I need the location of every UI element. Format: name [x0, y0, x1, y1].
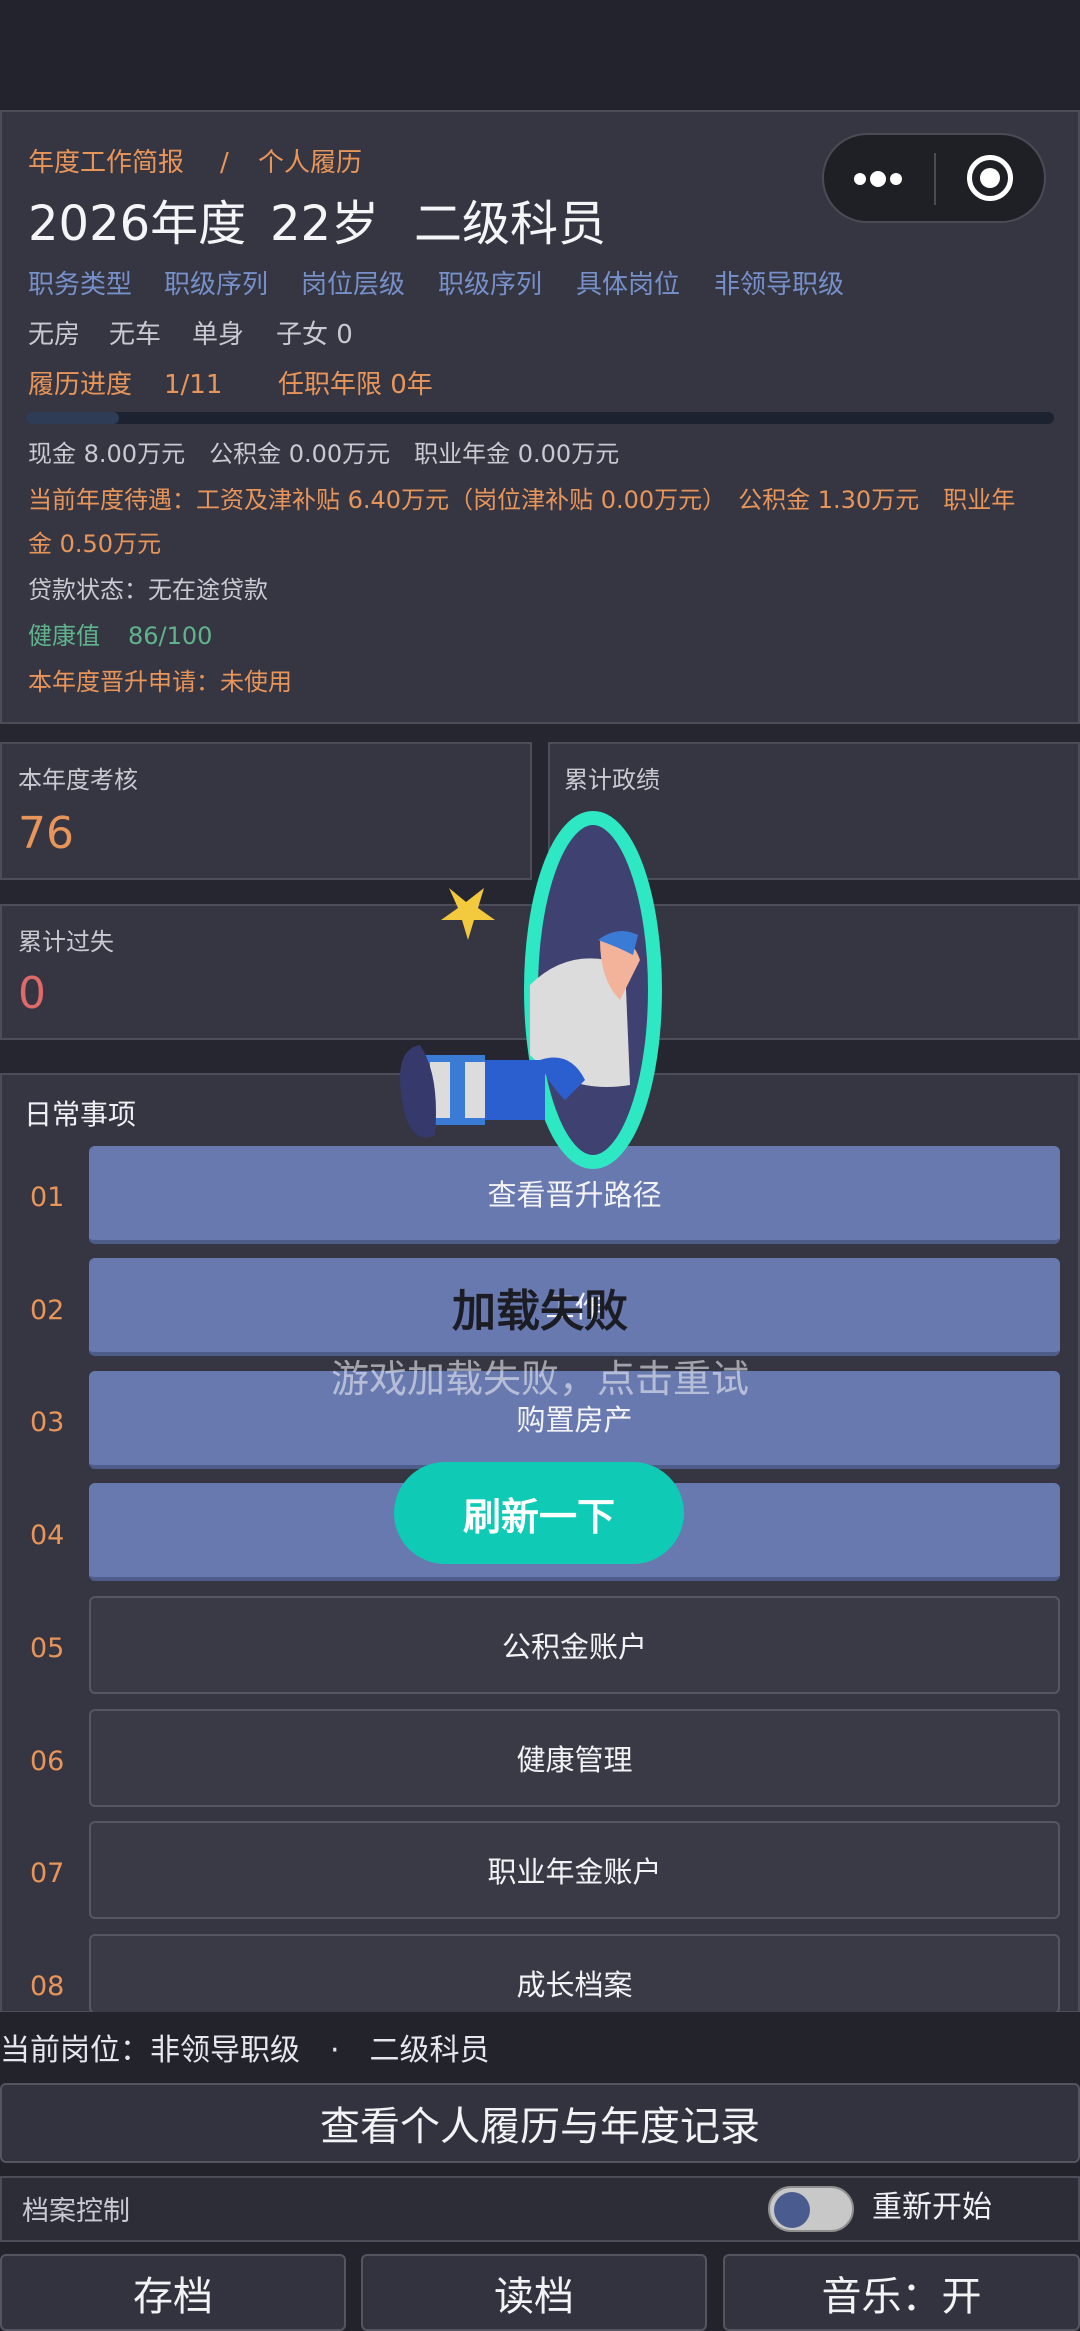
refresh-button[interactable]: 刷新一下 — [394, 1462, 684, 1564]
loading-failed-illustration — [400, 811, 662, 1169]
load-failed-title: 加载失败 — [452, 1286, 628, 1337]
load-failed-subtitle[interactable]: 游戏加载失败，点击重试 — [0, 1360, 1080, 1398]
